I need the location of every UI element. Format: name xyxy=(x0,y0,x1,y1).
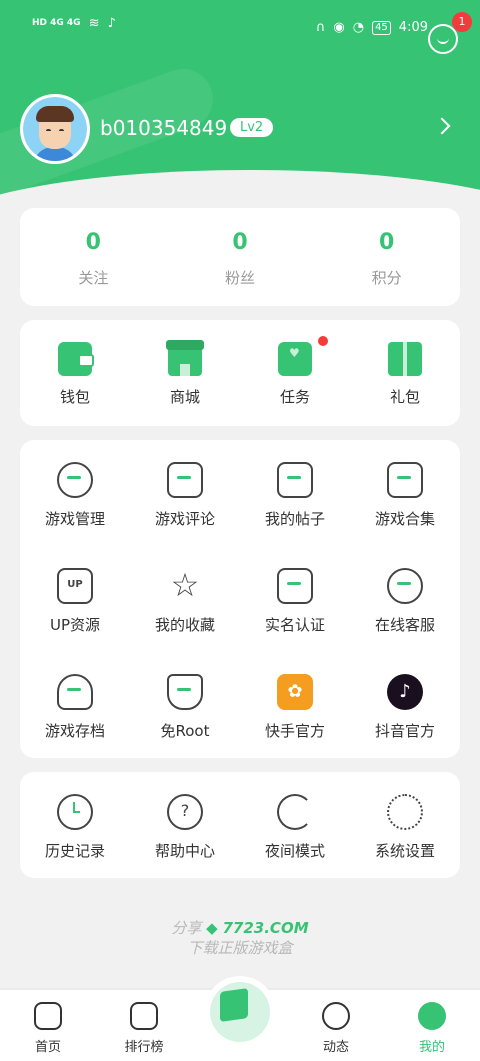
shop-button[interactable]: 商城 xyxy=(130,320,240,426)
tab-moments[interactable]: 动态 xyxy=(288,990,384,1061)
cloud-download-icon xyxy=(57,674,93,710)
gamepad-icon xyxy=(57,462,93,498)
brand-logo-icon: ◆ xyxy=(206,919,218,937)
up-icon: UP xyxy=(57,568,93,604)
stat-label: 关注 xyxy=(78,269,109,287)
shop-icon xyxy=(166,340,204,376)
up-resource-button[interactable]: UP UP资源 xyxy=(20,568,130,674)
game-box-button[interactable] xyxy=(204,976,276,1048)
task-icon xyxy=(278,342,312,376)
alarm-icon: ◔ xyxy=(352,20,365,35)
planet-icon xyxy=(322,1002,350,1030)
gift-button[interactable]: 礼包 xyxy=(350,320,460,426)
douyin-icon: ♪ xyxy=(387,674,423,710)
wifi-icon: ≋ xyxy=(88,16,100,31)
system-settings-button[interactable]: 系统设置 xyxy=(350,794,460,878)
level-badge: Lv2 xyxy=(230,118,274,137)
status-network: HD 4G 4G ≋ ♪ xyxy=(32,16,116,31)
share-tagline: 下载正版游戏盒 xyxy=(187,939,293,957)
music-note-icon: ♪ xyxy=(107,16,116,31)
kuaishou-icon: ✿ xyxy=(277,674,313,710)
game-box-icon xyxy=(220,988,248,1022)
game-save-button[interactable]: 游戏存档 xyxy=(20,674,130,780)
message-badge: 1 xyxy=(452,12,472,32)
ranking-icon xyxy=(130,1002,158,1030)
stats-card: 0 关注 0 粉丝 0 积分 xyxy=(20,208,460,306)
kuaishou-official-button[interactable]: ✿ 快手官方 xyxy=(240,674,350,780)
home-icon xyxy=(34,1002,62,1030)
share-prefix: 分享 xyxy=(171,919,202,937)
stat-label: 粉丝 xyxy=(225,269,256,287)
star-icon: ☆ xyxy=(170,566,200,604)
wallet-card: 钱包 商城 任务 礼包 xyxy=(20,320,460,426)
post-icon xyxy=(277,462,313,498)
battery-icon: 45 xyxy=(372,20,391,35)
gear-icon xyxy=(387,794,423,830)
no-root-button[interactable]: 免Root xyxy=(130,674,240,780)
douyin-official-button[interactable]: ♪ 抖音官方 xyxy=(350,674,460,780)
settings-card: 历史记录 ? 帮助中心 夜间模式 系统设置 xyxy=(20,772,460,878)
tab-mine[interactable]: 我的 xyxy=(384,990,480,1061)
comment-icon xyxy=(167,462,203,498)
game-collection-button[interactable]: 游戏合集 xyxy=(350,462,460,568)
share-brand: 7723.COM xyxy=(222,919,309,937)
tab-home[interactable]: 首页 xyxy=(0,990,96,1061)
stat-follow[interactable]: 0 关注 xyxy=(20,208,167,306)
game-comment-button[interactable]: 游戏评论 xyxy=(130,462,240,568)
real-name-auth-button[interactable]: 实名认证 xyxy=(240,568,350,674)
headphone-icon: ∩ xyxy=(315,20,326,35)
shield-icon xyxy=(167,674,203,710)
stat-value: 0 xyxy=(379,230,395,255)
headset-icon xyxy=(387,568,423,604)
stat-points[interactable]: 0 积分 xyxy=(313,208,460,306)
share-line: 分享 ◆ 7723.COM xyxy=(0,918,480,938)
status-indicators: ∩ ◉ ◔ 45 4:09 xyxy=(316,20,428,35)
gift-icon xyxy=(388,342,422,376)
stat-label: 积分 xyxy=(371,269,402,287)
stat-fans[interactable]: 0 粉丝 xyxy=(167,208,314,306)
folder-plus-icon xyxy=(387,462,423,498)
help-center-button[interactable]: ? 帮助中心 xyxy=(130,794,240,878)
help-icon: ? xyxy=(167,794,203,830)
profile-icon xyxy=(418,1002,446,1030)
tools-card: 游戏管理 游戏评论 我的帖子 游戏合集 UP UP资源 ☆ 我的收藏 实名认证 … xyxy=(20,440,460,758)
wallet-icon xyxy=(58,342,94,376)
stat-value: 0 xyxy=(85,230,101,255)
wallet-button[interactable]: 钱包 xyxy=(20,320,130,426)
network-signal-icon: HD 4G 4G xyxy=(32,18,81,28)
game-manage-button[interactable]: 游戏管理 xyxy=(20,462,130,568)
id-card-icon xyxy=(277,568,313,604)
my-favorites-button[interactable]: ☆ 我的收藏 xyxy=(130,568,240,674)
eye-icon: ◉ xyxy=(333,20,345,35)
avatar[interactable] xyxy=(20,94,90,164)
online-service-button[interactable]: 在线客服 xyxy=(350,568,460,674)
moon-icon xyxy=(277,794,313,830)
history-button[interactable]: 历史记录 xyxy=(20,794,130,878)
username[interactable]: b010354849 xyxy=(100,116,227,140)
my-posts-button[interactable]: 我的帖子 xyxy=(240,462,350,568)
tab-ranking[interactable]: 排行榜 xyxy=(96,990,192,1061)
share-banner[interactable]: 分享 ◆ 7723.COM 下载正版游戏盒 xyxy=(0,918,480,958)
status-bar: HD 4G 4G ≋ ♪ ∩ ◉ ◔ 45 4:09 xyxy=(0,0,480,56)
clock-time: 4:09 xyxy=(398,20,428,35)
task-button[interactable]: 任务 xyxy=(240,320,350,426)
night-mode-button[interactable]: 夜间模式 xyxy=(240,794,350,878)
clock-icon xyxy=(57,794,93,830)
task-notification-dot xyxy=(318,336,328,346)
stat-value: 0 xyxy=(232,230,248,255)
